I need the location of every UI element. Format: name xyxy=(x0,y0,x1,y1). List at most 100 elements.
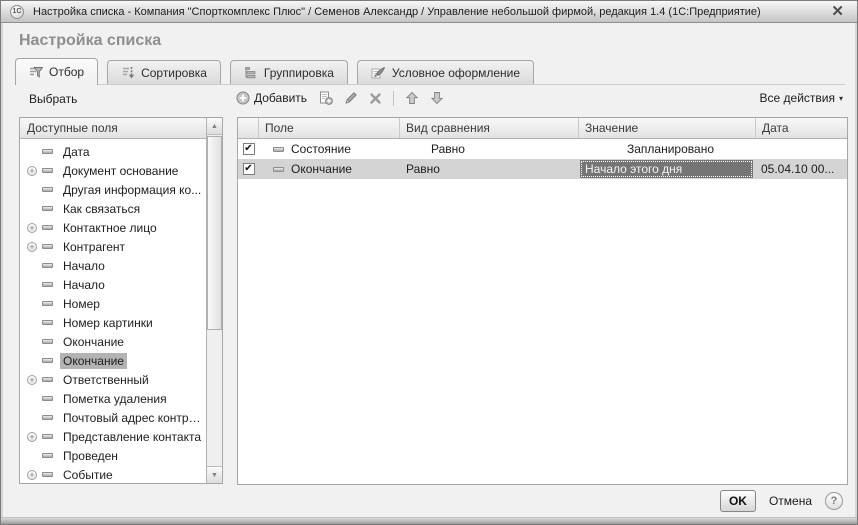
expand-icon[interactable]: + xyxy=(27,165,37,176)
field-item[interactable]: Начало xyxy=(20,275,206,294)
tab-grouping[interactable]: Группировка xyxy=(229,60,348,84)
comparison-cell[interactable]: Равно xyxy=(400,162,579,176)
attribute-icon xyxy=(42,206,53,211)
attribute-icon xyxy=(42,225,53,230)
toolbar-separator xyxy=(393,90,395,106)
column-header-date[interactable]: Дата xyxy=(756,118,847,138)
help-icon[interactable]: ? xyxy=(825,492,843,510)
move-up-button[interactable] xyxy=(403,90,421,106)
field-item-label: Документ основание xyxy=(63,163,179,178)
row-checkbox[interactable]: ✔ xyxy=(242,163,255,175)
field-item-selected[interactable]: Окончание xyxy=(20,351,206,370)
column-header-value[interactable]: Значение xyxy=(579,118,756,138)
attribute-icon xyxy=(42,168,53,173)
title-bar: 1С Настройка списка - Компания "Спортком… xyxy=(1,1,857,23)
table-row-selected[interactable]: ✔ Окончание Равно Начало этого дня 05.04… xyxy=(238,159,847,179)
field-item[interactable]: Номер картинки xyxy=(20,313,206,332)
delete-x-icon xyxy=(370,92,381,104)
edit-button[interactable] xyxy=(342,90,360,106)
field-item[interactable]: Начало xyxy=(20,256,206,275)
filter-icon xyxy=(30,66,43,78)
comparison-cell[interactable]: Равно xyxy=(400,142,579,156)
tab-conditional-formatting[interactable]: Условное оформление xyxy=(356,60,535,84)
attribute-icon xyxy=(42,396,53,401)
field-item[interactable]: Почтовый адрес контра... xyxy=(20,408,206,427)
expand-icon[interactable]: + xyxy=(27,469,37,480)
field-item-label: Контрагент xyxy=(63,239,126,254)
field-item[interactable]: + Ответственный xyxy=(20,370,206,389)
available-fields-list: Дата + Документ основание Другая информац… xyxy=(20,139,206,483)
scrollbar-thumb[interactable] xyxy=(207,136,222,330)
add-icon xyxy=(236,91,250,105)
close-icon[interactable]: ✕ xyxy=(827,4,848,19)
field-item[interactable]: Окончание xyxy=(20,332,206,351)
field-item[interactable]: + Представление контакта xyxy=(20,427,206,446)
attribute-icon xyxy=(42,282,53,287)
list-settings-dialog: 1С Настройка списка - Компания "Спортком… xyxy=(0,0,858,525)
value-cell[interactable]: Запланировано xyxy=(579,142,756,156)
table-row[interactable]: ✔ Состояние Равно Запланировано xyxy=(238,139,847,159)
expand-icon[interactable]: + xyxy=(27,241,37,252)
sort-icon xyxy=(123,67,135,79)
field-item-label: Окончание xyxy=(63,334,124,349)
attribute-icon xyxy=(42,263,53,268)
attribute-icon xyxy=(42,377,53,382)
attribute-icon xyxy=(42,244,53,249)
attribute-icon xyxy=(42,358,53,363)
add-button[interactable]: Добавить xyxy=(234,90,309,106)
field-item[interactable]: Пометка удаления xyxy=(20,389,206,408)
scroll-down-icon[interactable]: ▼ xyxy=(207,466,222,483)
field-item[interactable]: + Контактное лицо xyxy=(20,218,206,237)
filter-table: Поле Вид сравнения Значение Дата ✔ Состо… xyxy=(237,117,848,485)
column-header-field[interactable]: Поле xyxy=(259,118,400,138)
tab-label: Сортировка xyxy=(141,65,207,80)
tab-filter[interactable]: Отбор xyxy=(15,58,99,85)
table-toolbar: Добавить Все действия ▾ xyxy=(234,87,845,109)
field-item-label: Контактное лицо xyxy=(63,220,157,235)
expand-icon[interactable]: + xyxy=(27,222,37,233)
available-fields-header: Доступные поля xyxy=(20,118,206,139)
available-fields-panel: Доступные поля Дата + Документ основание … xyxy=(19,117,223,484)
select-button[interactable]: Выбрать xyxy=(25,90,81,108)
move-down-button[interactable] xyxy=(428,90,446,106)
attribute-icon xyxy=(42,472,53,477)
field-item[interactable]: + Контрагент xyxy=(20,237,206,256)
tab-label: Отбор xyxy=(49,65,85,79)
date-cell: 05.04.10 00... xyxy=(761,162,835,176)
page-title: Настройка списка xyxy=(19,32,162,49)
expand-icon[interactable]: + xyxy=(27,374,37,385)
field-item[interactable]: + Событие xyxy=(20,465,206,483)
field-item-label: Другая информация ко... xyxy=(63,182,202,197)
add-group-icon xyxy=(320,91,333,105)
attribute-icon xyxy=(42,434,53,439)
ok-button[interactable]: OK xyxy=(719,490,756,512)
field-item-label: Почтовый адрес контра... xyxy=(63,410,206,425)
field-item[interactable]: Номер xyxy=(20,294,206,313)
add-group-button[interactable] xyxy=(316,90,335,106)
column-header-comparison[interactable]: Вид сравнения xyxy=(400,118,579,138)
expand-icon[interactable]: + xyxy=(27,431,37,442)
field-item-label: Начало xyxy=(63,277,105,292)
row-checkbox[interactable]: ✔ xyxy=(242,143,255,155)
1c-logo-icon: 1С xyxy=(10,4,24,19)
field-item-label: Начало xyxy=(63,258,105,273)
attribute-icon xyxy=(42,339,53,344)
field-item[interactable]: Проведен xyxy=(20,446,206,465)
column-header-checkbox[interactable] xyxy=(238,118,259,138)
tab-sorting[interactable]: Сортировка xyxy=(107,60,221,84)
delete-button[interactable] xyxy=(367,91,384,106)
grouping-icon xyxy=(244,67,256,79)
field-item[interactable]: Как связаться xyxy=(20,199,206,218)
fields-scrollbar[interactable]: ▲ ▼ xyxy=(206,118,222,483)
field-item[interactable]: Дата xyxy=(20,142,206,161)
attribute-icon xyxy=(42,415,53,420)
all-actions-button[interactable]: Все действия ▾ xyxy=(758,90,845,106)
field-item-label: Проведен xyxy=(63,448,118,463)
field-item[interactable]: + Документ основание xyxy=(20,161,206,180)
field-item-label: Номер картинки xyxy=(63,315,153,330)
value-cell-selected[interactable]: Начало этого дня xyxy=(580,160,753,178)
field-item[interactable]: Другая информация ко... xyxy=(20,180,206,199)
scroll-up-icon[interactable]: ▲ xyxy=(207,118,222,135)
tab-label: Группировка xyxy=(263,65,334,80)
cancel-button[interactable]: Отмена xyxy=(767,494,814,508)
